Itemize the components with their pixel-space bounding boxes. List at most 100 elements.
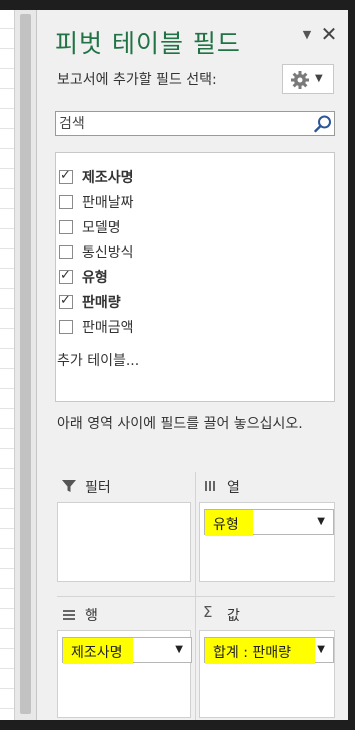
sigma-icon: Σ (203, 603, 213, 621)
worksheet-gridline (0, 628, 14, 629)
gear-icon (291, 71, 309, 89)
app-frame: 피벗 테이블 필드 ▼ ✕ 보고서에 추가할 필드 선택: ▼ 검색 ✓ 제조사… (0, 0, 355, 730)
field-checkbox[interactable] (59, 195, 73, 209)
field-checkbox[interactable] (59, 220, 73, 234)
field-checkbox[interactable] (59, 245, 73, 259)
filters-area-header: 필터 (57, 472, 191, 500)
rows-field-pill[interactable]: 제조사명 ▼ (62, 637, 192, 664)
worksheet-gridline (0, 548, 14, 549)
worksheet-gridline (0, 448, 14, 449)
worksheet-gridline (0, 348, 14, 349)
pivot-table-fields-pane: 피벗 테이블 필드 ▼ ✕ 보고서에 추가할 필드 선택: ▼ 검색 ✓ 제조사… (36, 10, 348, 720)
columns-icon (205, 481, 215, 491)
worksheet-gridline (0, 328, 14, 329)
rows-area-header: 행 (57, 600, 191, 628)
scrollbar-thumb[interactable] (20, 14, 31, 714)
tools-button[interactable]: ▼ (282, 64, 334, 94)
worksheet-gridline (0, 648, 14, 649)
values-area[interactable]: Σ 값 합계 : 판매량 ▼ (199, 600, 335, 720)
area-divider-horizontal (57, 596, 335, 597)
worksheet-gridline (0, 568, 14, 569)
worksheet-gridline (0, 148, 14, 149)
chevron-down-icon[interactable]: ▼ (317, 516, 325, 527)
search-box[interactable] (55, 111, 335, 136)
worksheet-gridline (0, 488, 14, 489)
worksheet-gridline (0, 248, 14, 249)
columns-area-header: 열 (199, 472, 335, 500)
field-item-sales-qty[interactable]: ✓ 판매량 (58, 291, 328, 313)
pill-label: 제조사명 (71, 645, 123, 661)
values-drop-zone[interactable]: 합계 : 판매량 ▼ (199, 630, 335, 718)
pane-title: 피벗 테이블 필드 (55, 29, 241, 58)
field-item-sales-amount[interactable]: 판매금액 (58, 316, 328, 338)
chevron-down-icon[interactable]: ▼ (317, 644, 325, 655)
worksheet-gridline (0, 388, 14, 389)
chevron-down-icon: ▼ (315, 73, 323, 84)
field-label: 판매량 (82, 295, 121, 311)
field-checkbox[interactable]: ✓ (59, 168, 73, 184)
worksheet-gridline (0, 168, 14, 169)
field-label: 판매날짜 (82, 195, 134, 211)
rows-area[interactable]: 행 제조사명 ▼ (57, 600, 192, 720)
columns-area-label: 열 (227, 480, 240, 496)
close-icon[interactable]: ✕ (319, 24, 339, 44)
field-item-type[interactable]: ✓ 유형 (58, 266, 328, 288)
worksheet-gridline (0, 468, 14, 469)
worksheet-gridline (0, 188, 14, 189)
filters-drop-zone[interactable] (57, 502, 191, 582)
values-area-label: 값 (227, 608, 240, 624)
worksheet-gridline (0, 668, 14, 669)
worksheet-gridline (0, 508, 14, 509)
worksheet-gridline (0, 28, 14, 29)
worksheet-gridline (0, 688, 14, 689)
field-label: 모델명 (82, 220, 121, 236)
pill-label: 합계 : 판매량 (213, 645, 292, 661)
worksheet-scrollbar[interactable] (14, 10, 36, 720)
worksheet-strip (0, 10, 14, 720)
more-tables-link[interactable]: 추가 테이블... (57, 350, 139, 370)
columns-drop-zone[interactable]: 유형 ▼ (199, 502, 335, 582)
worksheet-gridline (0, 228, 14, 229)
filters-area-label: 필터 (85, 480, 111, 496)
chevron-down-icon[interactable]: ▼ (175, 644, 183, 655)
filter-icon (62, 480, 76, 492)
worksheet-gridline (0, 528, 14, 529)
worksheet-gridline (0, 88, 14, 89)
filters-area[interactable]: 필터 (57, 472, 191, 592)
field-checkbox[interactable]: ✓ (59, 268, 73, 284)
field-item-manufacturer[interactable]: ✓ 제조사명 (58, 166, 328, 188)
worksheet-gridline (0, 108, 14, 109)
rows-drop-zone[interactable]: 제조사명 ▼ (57, 630, 192, 718)
field-label: 판매금액 (82, 320, 134, 336)
field-checkbox[interactable] (59, 320, 73, 334)
values-area-header: Σ 값 (199, 600, 335, 628)
rows-icon (63, 610, 75, 620)
field-label: 통신방식 (82, 245, 134, 261)
search-input[interactable] (59, 114, 299, 133)
values-field-pill[interactable]: 합계 : 판매량 ▼ (204, 637, 334, 664)
field-item-sale-date[interactable]: 판매날짜 (58, 191, 328, 213)
worksheet-gridline (0, 408, 14, 409)
worksheet-gridline (0, 68, 14, 69)
pill-label: 유형 (213, 517, 239, 533)
worksheet-gridline (0, 268, 14, 269)
worksheet-gridline (0, 288, 14, 289)
columns-field-pill[interactable]: 유형 ▼ (204, 509, 334, 536)
worksheet-gridline (0, 588, 14, 589)
worksheet-gridline (0, 428, 14, 429)
drag-hint-text: 아래 영역 사이에 필드를 끌어 놓으십시오. (57, 416, 303, 432)
worksheet-gridline (0, 368, 14, 369)
pane-options-dropdown-icon[interactable]: ▼ (299, 27, 315, 43)
worksheet-gridline (0, 48, 14, 49)
worksheet-gridline (0, 128, 14, 129)
worksheet-gridline (0, 708, 14, 709)
field-item-network[interactable]: 통신방식 (58, 241, 328, 263)
worksheet-gridline (0, 308, 14, 309)
choose-fields-label: 보고서에 추가할 필드 선택: (57, 72, 217, 88)
worksheet-gridline (0, 608, 14, 609)
rows-area-label: 행 (85, 608, 98, 624)
field-item-model[interactable]: 모델명 (58, 216, 328, 238)
search-icon[interactable] (313, 114, 333, 134)
columns-area[interactable]: 열 유형 ▼ (199, 472, 335, 592)
field-checkbox[interactable]: ✓ (59, 293, 73, 309)
